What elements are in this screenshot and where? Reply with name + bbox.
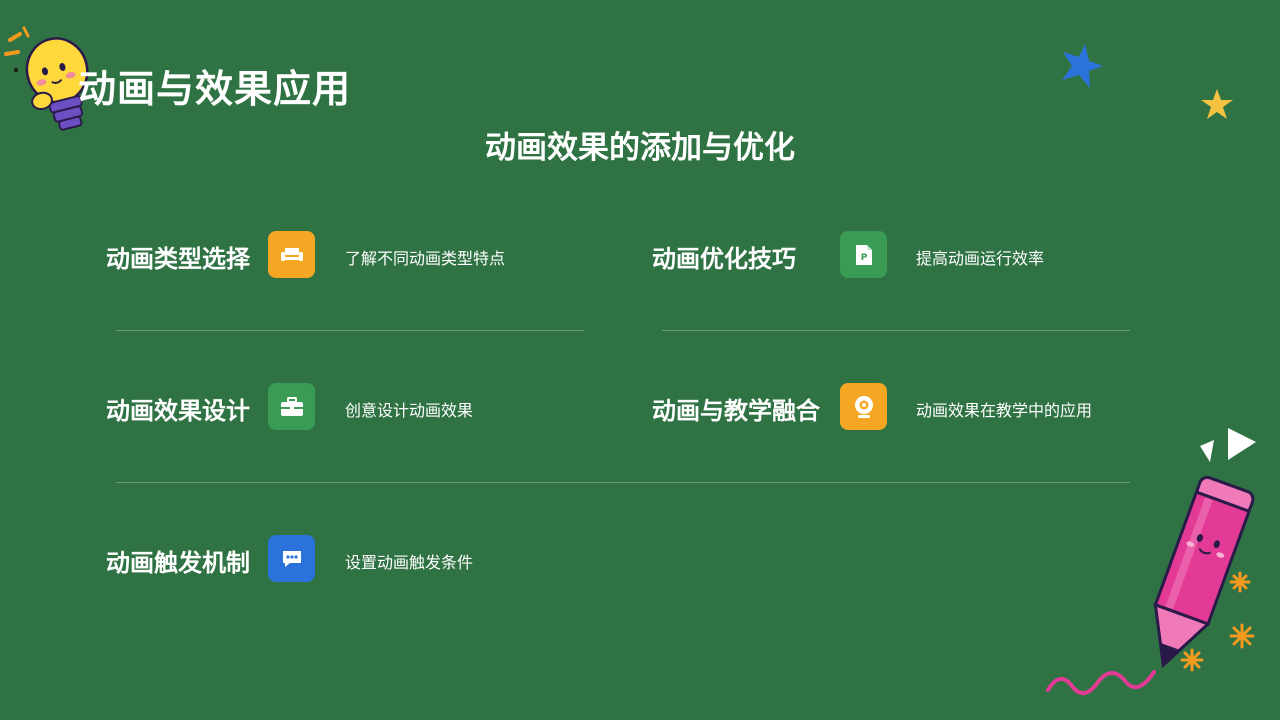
item-label: 动画类型选择: [106, 245, 250, 273]
webcam-icon: [840, 383, 887, 430]
item-animation-trigger: 动画触发机制 设置动画触发条件: [106, 535, 606, 583]
item-label: 动画触发机制: [106, 549, 250, 577]
item-description: 提高动画运行效率: [916, 249, 1045, 268]
item-animation-design: 动画效果设计 创意设计动画效果: [106, 383, 606, 431]
item-description: 了解不同动画类型特点: [345, 249, 506, 268]
svg-text:P: P: [860, 253, 867, 263]
divider: [662, 330, 1130, 331]
item-label: 动画优化技巧: [652, 245, 796, 273]
item-description: 设置动画触发条件: [345, 553, 474, 572]
sofa-icon: [268, 231, 315, 278]
item-animation-type: 动画类型选择 了解不同动画类型特点: [106, 231, 606, 279]
item-animation-optimization: 动画优化技巧 P 提高动画运行效率: [652, 231, 1152, 279]
item-label: 动画效果设计: [106, 397, 250, 425]
chat-icon: [268, 535, 315, 582]
slide: 动画与效果应用 动画效果的添加与优化 动画类型选择 了解不同动画类型特点 动画优…: [0, 0, 1280, 720]
pencil-mascot-icon: [1046, 428, 1256, 695]
briefcase-icon: [268, 383, 315, 430]
divider: [116, 482, 1130, 483]
yellow-star-icon: [1201, 89, 1233, 119]
document-p-icon: P: [840, 231, 887, 278]
page-title: 动画与效果应用: [78, 67, 352, 111]
divider: [116, 330, 584, 331]
section-title: 动画效果的添加与优化: [485, 130, 795, 166]
item-description: 创意设计动画效果: [345, 401, 474, 420]
item-description: 动画效果在教学中的应用: [916, 401, 1093, 420]
item-label: 动画与教学融合: [652, 397, 820, 425]
blue-star-icon: [1062, 44, 1103, 88]
